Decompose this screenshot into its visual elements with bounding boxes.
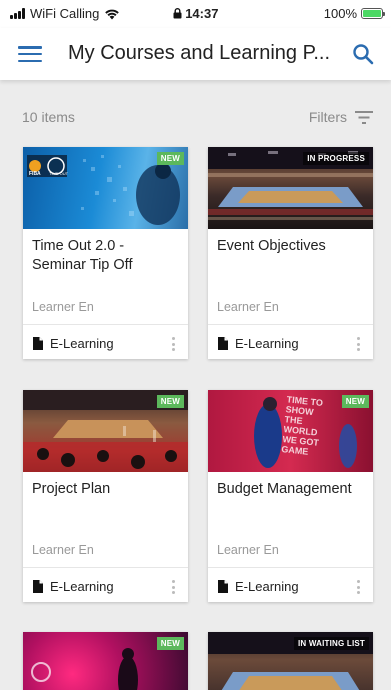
- search-icon[interactable]: [351, 42, 375, 66]
- divider: [23, 324, 188, 325]
- course-card[interactable]: NEW Project Plan Learner En E-Learning: [23, 390, 188, 602]
- more-options-icon[interactable]: [353, 579, 363, 595]
- status-badge: NEW: [156, 637, 184, 650]
- course-title: Event Objectives: [217, 238, 326, 254]
- status-time-group: 14:37: [173, 6, 219, 21]
- course-language: Learner En: [32, 300, 94, 314]
- filters-label: Filters: [308, 109, 347, 125]
- status-badge: NEW: [156, 152, 184, 165]
- course-card[interactable]: IN PROGRESS Event Objectives Learner En …: [208, 147, 373, 359]
- document-icon: [33, 580, 43, 593]
- course-thumbnail: IN WAITING LIST: [208, 632, 373, 690]
- course-card[interactable]: NEW: [23, 632, 188, 690]
- course-title: Project Plan: [32, 481, 111, 497]
- course-title: Budget Management: [217, 481, 352, 497]
- course-type: E-Learning: [33, 579, 114, 594]
- course-type-label: E-Learning: [235, 336, 299, 351]
- more-options-icon[interactable]: [168, 336, 178, 352]
- carrier-label: WiFi Calling: [30, 6, 100, 21]
- filter-icon: [355, 110, 373, 124]
- battery-icon: [361, 8, 385, 19]
- course-type: E-Learning: [33, 336, 114, 351]
- status-time: 14:37: [185, 6, 219, 21]
- battery-percent: 100%: [323, 6, 357, 21]
- filters-button[interactable]: Filters: [309, 109, 373, 125]
- page-title: My Courses and Learning P...: [68, 42, 331, 64]
- course-type-label: E-Learning: [50, 336, 114, 351]
- signal-icon: [10, 8, 25, 19]
- more-options-icon[interactable]: [353, 336, 363, 352]
- status-left: WiFi Calling: [10, 6, 120, 21]
- course-thumbnail: NEW: [23, 632, 188, 690]
- poster-text: TIME TO SHOW THE WORLD WE GOT GAME: [281, 394, 324, 457]
- course-type: E-Learning: [218, 336, 299, 351]
- course-thumbnail: TIME TO SHOW THE WORLD WE GOT GAME NEW: [208, 390, 373, 472]
- fiba-logo-text: FIBA: [29, 171, 41, 177]
- course-language: Learner En: [32, 543, 94, 557]
- course-card[interactable]: FIBA TIME OUT NEW Time Out 2.0 - Seminar…: [23, 147, 188, 359]
- course-type: E-Learning: [218, 579, 299, 594]
- item-count: 10 items: [22, 109, 75, 125]
- status-badge: IN WAITING LIST: [294, 637, 369, 650]
- divider: [23, 567, 188, 568]
- document-icon: [33, 337, 43, 350]
- course-card[interactable]: TIME TO SHOW THE WORLD WE GOT GAME NEW B…: [208, 390, 373, 602]
- status-right: 100%: [323, 6, 385, 21]
- hamburger-menu-icon[interactable]: [18, 44, 42, 64]
- course-thumbnail: FIBA TIME OUT NEW: [23, 147, 188, 229]
- divider: [208, 567, 373, 568]
- course-type-label: E-Learning: [50, 579, 114, 594]
- course-language: Learner En: [217, 300, 279, 314]
- course-thumbnail: NEW: [23, 390, 188, 472]
- course-thumbnail: IN PROGRESS: [208, 147, 373, 229]
- document-icon: [218, 337, 228, 350]
- timeout-logo-text: TIME OUT: [49, 171, 69, 176]
- course-type-label: E-Learning: [235, 579, 299, 594]
- course-language: Learner En: [217, 543, 279, 557]
- wifi-icon: [105, 9, 120, 19]
- course-title: Time Out 2.0 - Seminar Tip Off: [32, 238, 133, 273]
- status-bar: WiFi Calling 14:37 100%: [0, 0, 391, 28]
- status-badge: NEW: [341, 395, 369, 408]
- status-badge: NEW: [156, 395, 184, 408]
- document-icon: [218, 580, 228, 593]
- lock-icon: [173, 8, 182, 19]
- status-badge: IN PROGRESS: [303, 152, 369, 165]
- more-options-icon[interactable]: [168, 579, 178, 595]
- app-header: My Courses and Learning P...: [0, 28, 391, 80]
- divider: [208, 324, 373, 325]
- course-card[interactable]: IN WAITING LIST: [208, 632, 373, 690]
